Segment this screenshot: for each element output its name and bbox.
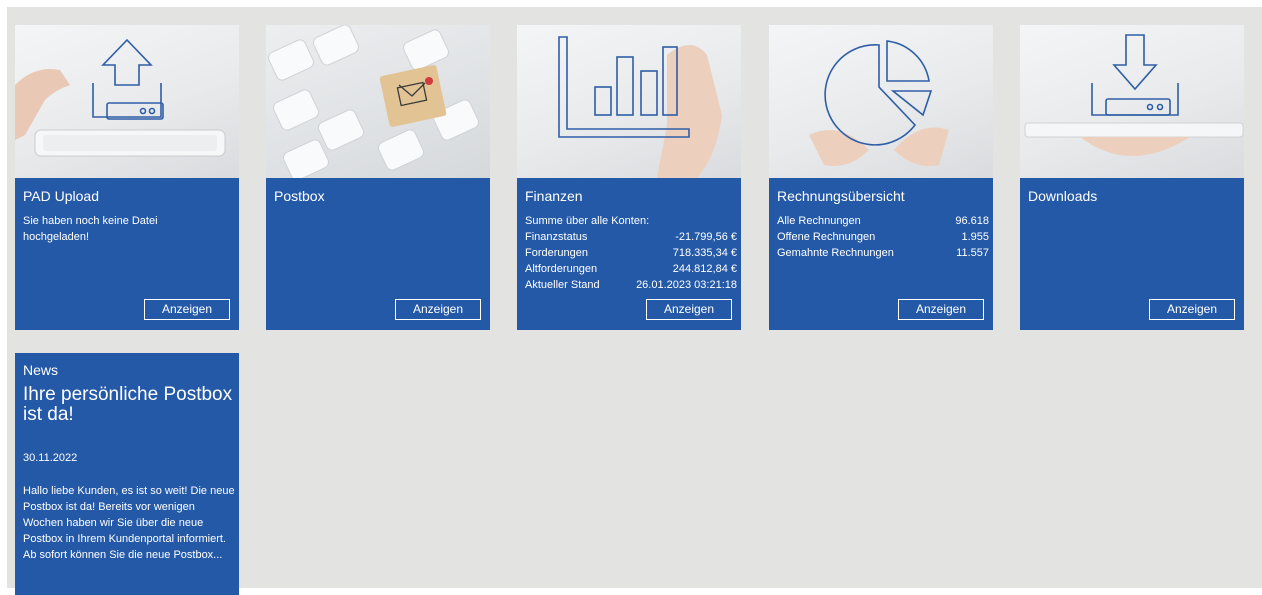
- finanzen-image: [517, 25, 741, 178]
- postbox-image: [266, 25, 490, 178]
- news-text: Hallo liebe Kunden, es ist so weit! Die …: [23, 485, 235, 561]
- rechnung-row: Offene Rechnungen 1.955: [777, 231, 989, 243]
- pad-upload-image: [15, 25, 239, 178]
- tile-title: PAD Upload: [23, 188, 100, 204]
- tile-postbox: Postbox Anzeigen: [266, 25, 490, 330]
- upload-status-text: Sie haben noch keine Datei hochgeladen!: [23, 215, 158, 243]
- finanz-row: Forderungen 718.335,34 €: [525, 247, 737, 259]
- finanz-row: Aktueller Stand 26.01.2023 03:21:18: [525, 279, 737, 291]
- downloads-show-button[interactable]: Anzeigen: [1149, 299, 1235, 320]
- tile-downloads: Downloads Anzeigen: [1020, 25, 1244, 330]
- rechnung-row: Gemahnte Rechnungen 11.557: [777, 247, 989, 259]
- news-date: 30.11.2022: [23, 452, 78, 464]
- pad-upload-show-button[interactable]: Anzeigen: [144, 299, 230, 320]
- finanzen-summary: Summe über alle Konten: Finanzstatus -21.…: [525, 213, 737, 293]
- tile-title: Rechnungsübersicht: [777, 188, 905, 204]
- finanz-row: Finanzstatus -21.799,56 €: [525, 231, 737, 243]
- tile-title: Postbox: [274, 188, 325, 204]
- rechnung-row: Alle Rechnungen 96.618: [777, 215, 989, 227]
- rechnung-show-button[interactable]: Anzeigen: [898, 299, 984, 320]
- postbox-show-button[interactable]: Anzeigen: [395, 299, 481, 320]
- news-card[interactable]: News Ihre persönliche Postbox ist da! 30…: [15, 353, 239, 595]
- news-label: News: [23, 362, 59, 378]
- pie-chart-icon: [824, 40, 933, 146]
- news-headline[interactable]: Ihre persönliche Postbox ist da!: [23, 385, 233, 425]
- finanzen-show-button[interactable]: Anzeigen: [646, 299, 732, 320]
- tile-pad-upload: PAD Upload Sie haben noch keine Datei ho…: [15, 25, 239, 330]
- finanz-row: Altforderungen 244.812,84 €: [525, 263, 737, 275]
- rechnung-image: [769, 25, 993, 178]
- upload-icon: [92, 38, 164, 120]
- rechnung-summary: Alle Rechnungen 96.618 Offene Rechnungen 1…: [777, 213, 989, 261]
- tile-title: Finanzen: [525, 188, 583, 204]
- downloads-image: [1020, 25, 1244, 178]
- download-icon: [1091, 34, 1179, 116]
- tile-rechnungsuebersicht: Rechnungsübersicht Alle Rechnungen 96.618…: [769, 25, 993, 330]
- tile-title: Downloads: [1028, 188, 1098, 204]
- summary-label: Summe über alle Konten:: [525, 215, 650, 227]
- tile-finanzen: Finanzen Summe über alle Konten: Finanzs…: [517, 25, 741, 330]
